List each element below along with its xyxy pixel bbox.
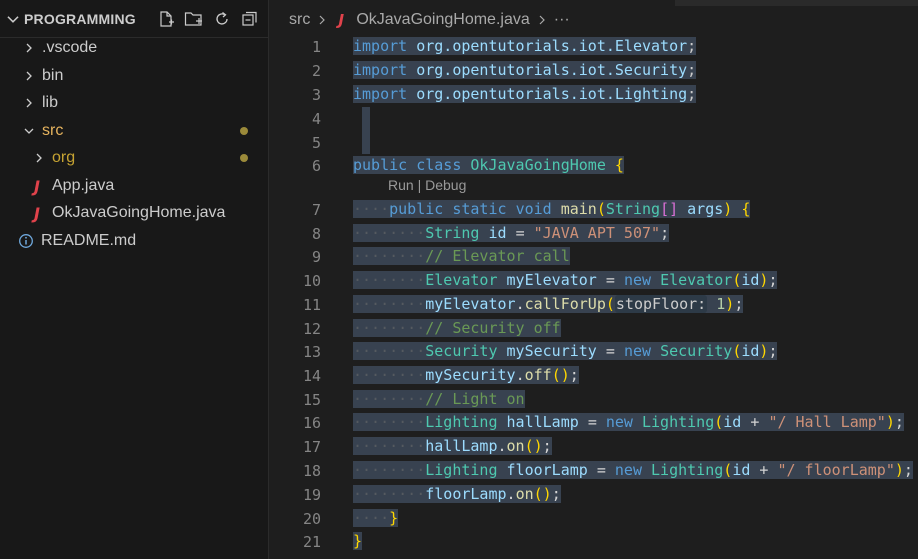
line-number: 20	[302, 510, 321, 528]
explorer-actions	[156, 9, 260, 29]
tree-item-label: OkJavaGoingHome.java	[52, 204, 226, 221]
chevron-right-icon	[36, 153, 42, 163]
java-file-icon: J	[338, 11, 345, 29]
tree-item-label: README.md	[41, 232, 137, 249]
chevron-down-icon	[7, 15, 19, 23]
code-line[interactable]: ········String id = "JAVA APT 507";	[353, 222, 670, 245]
code-line[interactable]: ········// Elevator call	[353, 245, 570, 268]
line-number: 4	[311, 110, 321, 128]
code-line[interactable]: ····}	[353, 507, 399, 530]
line-number: 15	[302, 391, 321, 409]
line-number: 3	[311, 86, 321, 104]
line-number: 12	[302, 320, 321, 338]
breadcrumb-file[interactable]: OkJavaGoingHome.java	[356, 11, 529, 29]
modified-dot	[240, 127, 248, 135]
selection-block	[362, 107, 370, 154]
tree-item-org[interactable]: org	[0, 145, 268, 171]
tree-item-label: org	[52, 149, 76, 166]
new-folder-icon[interactable]	[184, 9, 204, 29]
code-line[interactable]: ········// Light on	[353, 388, 525, 411]
code-line[interactable]: ········myElevator.callForUp(stopFloor: …	[353, 293, 744, 316]
tree-item-label: lib	[42, 94, 59, 111]
code-line[interactable]: ········Elevator myElevator = new Elevat…	[353, 269, 778, 292]
line-number: 21	[302, 533, 321, 551]
line-number: 2	[311, 62, 321, 80]
code-line[interactable]: import org.opentutorials.iot.Elevator;	[353, 35, 697, 58]
line-number: 16	[302, 414, 321, 432]
tree-item-readme[interactable]: README.md	[0, 228, 268, 254]
line-number: 9	[311, 248, 321, 266]
chevron-right-icon	[26, 71, 32, 81]
chevron-down-icon	[24, 128, 34, 134]
code-line[interactable]: ········hallLamp.on();	[353, 435, 552, 458]
code-line[interactable]: ········Lighting hallLamp = new Lighting…	[353, 411, 904, 434]
chevron-right-icon	[26, 43, 32, 53]
line-number: 10	[302, 272, 321, 290]
tree-item-label: .vscode	[42, 39, 98, 56]
line-number: 19	[302, 486, 321, 504]
chevron-right-icon	[26, 98, 32, 108]
tree-item-lib[interactable]: lib	[0, 90, 268, 116]
info-icon	[19, 234, 33, 248]
tree-item-label: App.java	[52, 177, 115, 194]
code-line[interactable]: ········// Security off	[353, 317, 561, 340]
collapse-all-icon[interactable]	[240, 9, 260, 29]
line-number: 17	[302, 438, 321, 456]
modified-dot	[240, 154, 248, 162]
chevron-right-icon	[539, 15, 545, 25]
line-number-gutter: 1 2 3 4 5 6 7 8 9 10 11 12 13 14 15 16 1…	[270, 0, 321, 559]
new-file-icon[interactable]	[156, 9, 176, 29]
code-line[interactable]: ········floorLamp.on();	[353, 483, 561, 506]
explorer-folder-title: PROGRAMMING	[24, 10, 136, 27]
breadcrumb-more[interactable]: ···	[554, 11, 570, 29]
tab-strip-edge	[675, 0, 918, 6]
code-line[interactable]: public class OkJavaGoingHome {	[353, 154, 624, 177]
code-line[interactable]: import org.opentutorials.iot.Lighting;	[353, 83, 697, 106]
explorer-sidebar: PROGRAMMING .vscode bin lib src org J Ap…	[0, 0, 269, 559]
code-line[interactable]: ········Lighting floorLamp = new Lightin…	[353, 459, 913, 482]
tree-item-vscode[interactable]: .vscode	[0, 35, 268, 61]
line-number: 6	[311, 157, 321, 175]
java-file-icon: J	[34, 203, 40, 223]
tree-item-src[interactable]: src	[0, 118, 268, 144]
refresh-icon[interactable]	[212, 9, 232, 29]
breadcrumb: src J OkJavaGoingHome.java ···	[289, 8, 570, 32]
line-number: 13	[302, 343, 321, 361]
line-number: 1	[311, 38, 321, 56]
tree-item-bin[interactable]: bin	[0, 63, 268, 89]
line-number: 18	[302, 462, 321, 480]
line-number: 7	[311, 201, 321, 219]
java-file-icon: J	[34, 176, 40, 196]
tree-item-okjavagoinghome-java[interactable]: J OkJavaGoingHome.java	[0, 200, 268, 226]
line-number: 8	[311, 225, 321, 243]
code-line[interactable]: }	[353, 530, 363, 553]
code-line[interactable]: ········Security mySecurity = new Securi…	[353, 340, 778, 363]
line-number: 14	[302, 367, 321, 385]
code-line[interactable]: ········mySecurity.off();	[353, 364, 579, 387]
tree-item-label: src	[42, 122, 64, 139]
codelens-run-debug[interactable]: Run | Debug	[388, 177, 466, 193]
code-line[interactable]: import org.opentutorials.iot.Security;	[353, 59, 697, 82]
line-number: 5	[311, 134, 321, 152]
tree-item-label: bin	[42, 67, 64, 84]
code-line[interactable]: ····public static void main(String[] arg…	[353, 198, 751, 221]
tree-item-app-java[interactable]: J App.java	[0, 173, 268, 199]
line-number: 11	[302, 296, 321, 314]
